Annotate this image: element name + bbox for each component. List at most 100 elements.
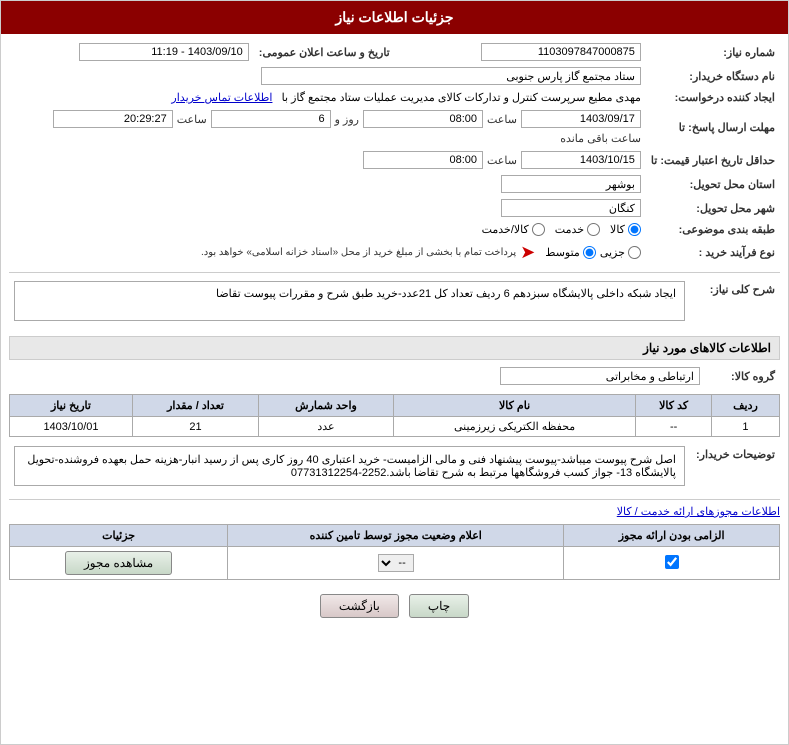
buyer-name-label: نام دستگاه خریدار: [646, 64, 780, 88]
row-buyer-notes: توضیحات خریدار: اصل شرح پیوست میباشد-پیو… [9, 443, 780, 493]
supply-status-cell: -- [228, 547, 564, 580]
purchase-type-label: نوع فرآیند خرید : [646, 239, 780, 266]
row-need-number: شماره نیاز: تاریخ و ساعت اعلان عمومی: [9, 40, 780, 64]
buyer-name-input[interactable] [261, 67, 641, 85]
category-radio-khedmat-input[interactable] [587, 223, 600, 236]
supply-section: اطلاعات مجوزهای ارائه خدمت / کالا الزامی… [9, 505, 780, 580]
buyer-notes-label: توضیحات خریدار: [690, 443, 780, 493]
col-code: کد کالا [636, 395, 712, 417]
row-buyer-name: نام دستگاه خریدار: [9, 64, 780, 88]
divider-1 [9, 272, 780, 273]
reply-deadline-area: ساعت روز و ساعت ساعت باقی مانده [9, 107, 646, 148]
price-deadline-area: ساعت [9, 148, 646, 172]
supply-table-header: الزامی بودن ارائه مجوز اعلام وضعیت مجوز … [10, 525, 780, 547]
date-label: تاریخ و ساعت اعلان عمومی: [254, 40, 395, 64]
goods-group-table: گروه کالا: [9, 364, 780, 388]
supply-col-details: جزئیات [10, 525, 228, 547]
table-cell-name: محفظه الکتریکی زیرزمینی [393, 417, 635, 437]
need-number-label: شماره نیاز: [646, 40, 780, 64]
goods-table-body: 1--محفظه الکتریکی زیرزمینیعدد211403/10/0… [10, 417, 780, 437]
divider-2 [9, 499, 780, 500]
province-value [9, 172, 646, 196]
supply-col-status: اعلام وضعیت مجوز توسط تامین کننده [228, 525, 564, 547]
purchase-medium-label: متوسط [545, 246, 580, 259]
reply-date-input[interactable] [521, 110, 641, 128]
goods-table: ردیف کد کالا نام کالا واحد شمارش تعداد /… [9, 394, 780, 437]
row-category: طبقه بندی موضوعی: کالا خدمت [9, 220, 780, 239]
need-number-input[interactable] [481, 43, 641, 61]
city-input[interactable] [501, 199, 641, 217]
reply-deadline-label: مهلت ارسال پاسخ: تا [646, 107, 780, 148]
buyer-notes-value: اصل شرح پیوست میباشد-پیوست پیشنهاد فنی و… [14, 446, 685, 486]
price-date-input[interactable] [521, 151, 641, 169]
row-need-desc: شرح کلی نیاز: ایجاد شبکه داخلی پالایشگاه… [9, 278, 780, 330]
creator-area: مهدی مطیع سرپرست کنترل و تدارکات کالای م… [9, 88, 646, 107]
red-arrow-icon: ➤ [520, 242, 535, 263]
goods-group-label: گروه کالا: [705, 364, 780, 388]
col-qty: تعداد / مقدار [132, 395, 258, 417]
row-creator: ایجاد کننده درخواست: مهدی مطیع سرپرست کن… [9, 88, 780, 107]
purchase-partial-label: جزیی [600, 246, 625, 259]
row-reply-deadline: مهلت ارسال پاسخ: تا ساعت روز و ساعت ساعت… [9, 107, 780, 148]
supply-section-title: اطلاعات مجوزهای ارائه خدمت / کالا [9, 505, 780, 518]
creator-link[interactable]: اطلاعات تماس خریدار [171, 92, 272, 104]
table-cell-unit: عدد [259, 417, 394, 437]
purchase-type-area: جزیی متوسط ➤ پرداخت تمام با بخشی از مبلغ… [9, 239, 646, 266]
purchase-radio-medium-input[interactable] [583, 246, 596, 259]
price-deadline-label: حداقل تاریخ اعتبار قیمت: تا [646, 148, 780, 172]
city-label: شهر محل تحویل: [646, 196, 780, 220]
category-label: طبقه بندی موضوعی: [646, 220, 780, 239]
row-province: استان محل تحویل: [9, 172, 780, 196]
goods-group-value [9, 364, 705, 388]
purchase-radio-partial[interactable]: جزیی [600, 246, 641, 259]
reply-days-input[interactable] [211, 110, 331, 128]
category-both-label: کالا/خدمت [482, 223, 529, 236]
category-khedmat-label: خدمت [555, 223, 584, 236]
price-time-label: ساعت [487, 154, 517, 167]
supply-status-select[interactable]: -- [378, 554, 414, 572]
date-input[interactable] [79, 43, 249, 61]
supply-row-1: -- مشاهده مجوز [10, 547, 780, 580]
category-radio-kala[interactable]: کالا [610, 223, 641, 236]
supply-mandatory-checkbox[interactable] [665, 555, 679, 569]
page-header: جزئیات اطلاعات نیاز [1, 1, 788, 34]
category-radio-both-input[interactable] [532, 223, 545, 236]
col-row: ردیف [711, 395, 779, 417]
back-button[interactable]: بازگشت [320, 594, 399, 618]
row-city: شهر محل تحویل: [9, 196, 780, 220]
supply-table-body: -- مشاهده مجوز [10, 547, 780, 580]
need-desc-table: شرح کلی نیاز: ایجاد شبکه داخلی پالایشگاه… [9, 278, 780, 330]
need-desc-label: شرح کلی نیاز: [690, 278, 780, 330]
supply-header-row: الزامی بودن ارائه مجوز اعلام وضعیت مجوز … [10, 525, 780, 547]
goods-group-input[interactable] [500, 367, 700, 385]
province-input[interactable] [501, 175, 641, 193]
need-desc-value: ایجاد شبکه داخلی پالایشگاه سبزدهم 6 ردیف… [14, 281, 685, 321]
supply-title-link[interactable]: اطلاعات مجوزهای ارائه خدمت / کالا [617, 506, 780, 518]
creator-label: ایجاد کننده درخواست: [646, 88, 780, 107]
reply-time-input[interactable] [363, 110, 483, 128]
table-cell-row: 1 [711, 417, 779, 437]
print-button[interactable]: چاپ [409, 594, 469, 618]
price-time-input[interactable] [363, 151, 483, 169]
category-radio-both[interactable]: کالا/خدمت [482, 223, 545, 236]
category-kala-label: کالا [610, 223, 625, 236]
supply-col-mandatory: الزامی بودن ارائه مجوز [564, 525, 780, 547]
goods-header-row: ردیف کد کالا نام کالا واحد شمارش تعداد /… [10, 395, 780, 417]
city-value [9, 196, 646, 220]
row-goods-group: گروه کالا: [9, 364, 780, 388]
reply-hours-input[interactable] [53, 110, 173, 128]
row-purchase-type: نوع فرآیند خرید : جزیی متوسط ➤ پرداخت تم… [9, 239, 780, 266]
buyer-notes-area: اصل شرح پیوست میباشد-پیوست پیشنهاد فنی و… [9, 443, 690, 493]
time-label: ساعت [487, 113, 517, 126]
action-bar: چاپ بازگشت [9, 586, 780, 626]
row-price-deadline: حداقل تاریخ اعتبار قیمت: تا ساعت [9, 148, 780, 172]
info-table: شماره نیاز: تاریخ و ساعت اعلان عمومی: نا… [9, 40, 780, 266]
col-name: نام کالا [393, 395, 635, 417]
category-radio-khedmat[interactable]: خدمت [555, 223, 600, 236]
page-title: جزئیات اطلاعات نیاز [335, 9, 453, 25]
view-permit-button[interactable]: مشاهده مجوز [65, 551, 172, 575]
category-radio-kala-input[interactable] [628, 223, 641, 236]
col-unit: واحد شمارش [259, 395, 394, 417]
purchase-radio-medium[interactable]: متوسط [545, 246, 596, 259]
purchase-radio-partial-input[interactable] [628, 246, 641, 259]
